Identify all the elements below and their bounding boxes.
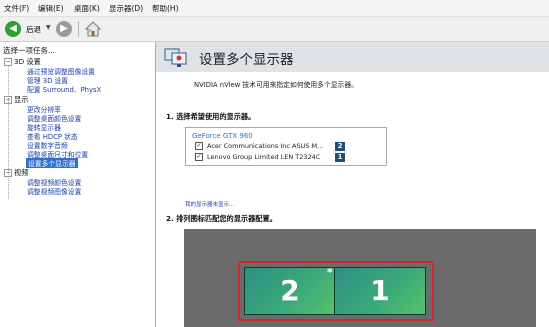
- task-link-surround-physx[interactable]: 配置 Surround、PhysX: [27, 84, 101, 94]
- display-tile-2[interactable]: 2: [244, 267, 336, 315]
- back-dropdown-icon[interactable]: ▼: [46, 24, 51, 31]
- task-panel-title: 选择一项任务...: [3, 46, 56, 55]
- display-selection-box: GeForce GTX 960 ✓ Acer Communications Inc…: [185, 127, 387, 166]
- back-arrow-icon[interactable]: ◀: [5, 21, 21, 37]
- collapse-icon[interactable]: −: [4, 169, 12, 177]
- multi-monitor-icon: [164, 45, 188, 69]
- tree-category-label: 显示: [14, 95, 29, 104]
- monitor-number-badge: 2: [335, 142, 345, 151]
- gpu-name: GeForce GTX 960: [192, 132, 253, 140]
- menu-edit[interactable]: 编辑(E): [38, 3, 64, 14]
- page-title: 设置多个显示器: [199, 52, 294, 68]
- task-panel: 选择一项任务... −3D 设置 通过预览调整图像设置 管理 3D 设置 配置 …: [0, 42, 156, 327]
- menu-desktop[interactable]: 桌面(K): [74, 3, 100, 14]
- collapse-icon[interactable]: −: [4, 58, 12, 66]
- toolbar: ◀ 后退 ▼ ▶: [0, 17, 549, 42]
- tree-category-label: 视频: [14, 168, 29, 177]
- section-select-displays: 1. 选择希望使用的显示器。: [166, 112, 256, 121]
- menu-bar: 文件(F) 编辑(E) 桌面(K) 显示器(D) 帮助(H): [0, 0, 549, 17]
- task-link-multiple-displays[interactable]: 设置多个显示器: [26, 158, 78, 168]
- checkbox-icon[interactable]: ✓: [195, 153, 203, 161]
- tree-connector: [8, 66, 9, 199]
- collapse-icon[interactable]: −: [4, 96, 12, 104]
- menu-help[interactable]: 帮助(H): [152, 3, 179, 14]
- forward-arrow-icon[interactable]: ▶: [56, 21, 72, 37]
- monitor-row[interactable]: ✓ Acer Communications Inc ASUS M...: [195, 142, 323, 150]
- monitor-name: Lenovo Group Limited LEN T2324C: [207, 153, 321, 161]
- display-selection-frame: 2 * 1: [238, 261, 434, 321]
- checkbox-icon[interactable]: ✓: [195, 142, 203, 150]
- primary-display-marker: *: [327, 266, 333, 279]
- display-arrangement-area: 2 * 1: [184, 229, 536, 327]
- menu-display[interactable]: 显示器(D): [109, 3, 143, 14]
- back-button-label[interactable]: 后退: [26, 24, 41, 35]
- task-link-video-image[interactable]: 调整视频图像设置: [27, 186, 81, 196]
- menu-file[interactable]: 文件(F): [4, 3, 29, 14]
- monitor-number-badge: 1: [335, 153, 345, 162]
- monitor-row[interactable]: ✓ Lenovo Group Limited LEN T2324C: [195, 153, 320, 161]
- display-tile-1[interactable]: 1: [334, 267, 426, 315]
- page-description: NVIDIA nView 技术可用来指定如何使用多个显示器。: [194, 81, 358, 89]
- missing-display-link[interactable]: 我的显示器未显示...: [185, 200, 234, 208]
- page-banner: 设置多个显示器: [156, 42, 549, 72]
- tree-category-video[interactable]: − 视频: [4, 168, 28, 178]
- monitor-name: Acer Communications Inc ASUS M...: [207, 142, 324, 150]
- toolbar-separator: [78, 21, 79, 37]
- tree-category-label: 3D 设置: [14, 57, 41, 66]
- home-icon[interactable]: [84, 20, 102, 38]
- main-panel: 设置多个显示器 NVIDIA nView 技术可用来指定如何使用多个显示器。 1…: [156, 42, 549, 327]
- tree-category-display[interactable]: − 显示: [4, 95, 28, 105]
- section-arrange-displays: 2. 排列图标匹配您的显示器配置。: [166, 214, 277, 223]
